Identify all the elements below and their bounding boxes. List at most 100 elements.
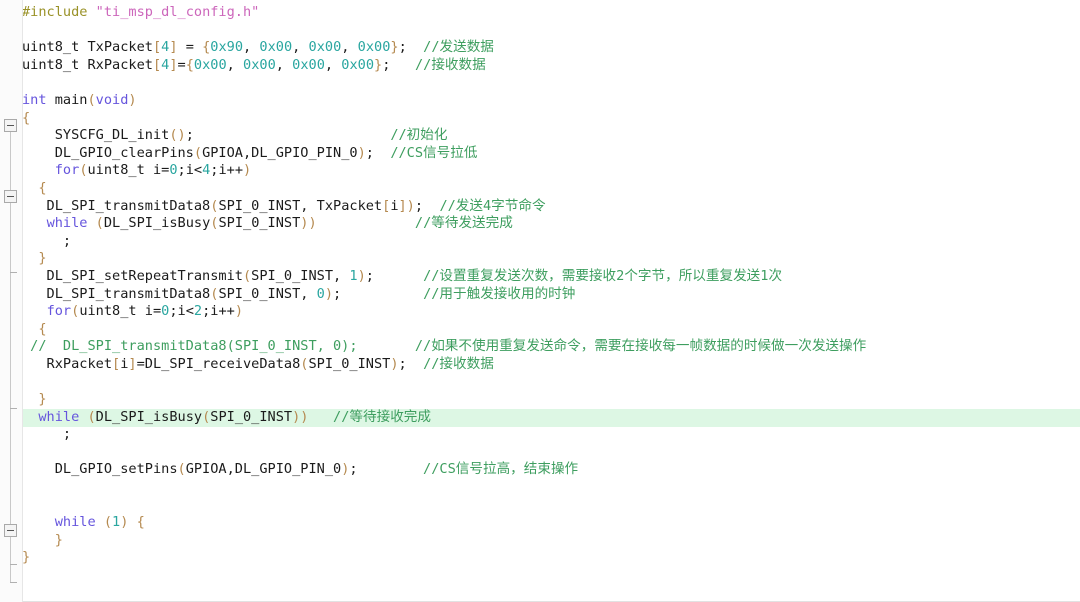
token-plain: RxPacket: [22, 355, 113, 372]
token-kw: while: [38, 408, 80, 425]
token-punct: (: [87, 408, 96, 425]
token-punct: (: [79, 162, 88, 179]
fold-box-for-loop-1[interactable]: [4, 190, 17, 203]
code-surface[interactable]: #include "ti_msp_dl_config.h" uint8_t Tx…: [0, 0, 1080, 602]
code-line-28[interactable]: [22, 479, 866, 497]
code-line-2[interactable]: [22, 22, 866, 40]
token-plain: GPIOA,DL_GPIO_PIN_0: [202, 144, 358, 161]
token-kw: for: [54, 162, 80, 179]
token-plain: uint8_t i=: [87, 162, 170, 179]
code-line-1[interactable]: #include "ti_msp_dl_config.h": [22, 4, 866, 22]
code-line-7[interactable]: {: [22, 110, 866, 128]
code-line-4[interactable]: uint8_t RxPacket[4]={0x00, 0x00, 0x00, 0…: [22, 57, 866, 75]
token-plain: DL_SPI_isBusy: [95, 408, 203, 425]
code-line-14[interactable]: ;: [22, 233, 866, 251]
token-num: 0: [316, 285, 325, 302]
token-plain: ,: [243, 39, 260, 56]
token-punct: (: [103, 514, 113, 531]
token-plain: =DL_SPI_receiveData8: [136, 355, 301, 372]
code-line-11[interactable]: {: [22, 180, 866, 198]
token-plain: ;i++: [202, 303, 235, 320]
token-punct: (: [177, 461, 186, 478]
token-num: 0x90: [210, 39, 244, 56]
code-line-31[interactable]: }: [22, 532, 866, 550]
token-punct: }: [22, 250, 47, 267]
code-line-21[interactable]: RxPacket[i]=DL_SPI_receiveData8(SPI_0_IN…: [22, 356, 866, 374]
token-plain: SYSCFG_DL_init: [22, 127, 170, 144]
code-line-20[interactable]: // DL_SPI_transmitData8(SPI_0_INST, 0); …: [22, 338, 866, 356]
token-num: 1: [112, 514, 121, 531]
code-line-32[interactable]: }: [22, 549, 866, 567]
token-plain: ;: [398, 39, 424, 56]
token-cmt: //发送4字节命令: [439, 197, 546, 214]
token-punct: ]): [398, 197, 415, 214]
token-punct: [: [112, 355, 121, 372]
code-line-26[interactable]: [22, 444, 866, 462]
code-line-8[interactable]: SYSCFG_DL_init(); //初始化: [22, 127, 866, 145]
code-line-12[interactable]: DL_SPI_transmitData8(SPI_0_INST, TxPacke…: [22, 198, 866, 216]
token-cmt: //接收数据: [414, 56, 486, 73]
token-punct: }: [22, 531, 63, 548]
token-punct: ) {: [120, 514, 145, 531]
code-line-6[interactable]: int main(void): [22, 92, 866, 110]
fold-end-while-1: [10, 564, 17, 565]
code-line-27[interactable]: DL_GPIO_setPins(GPIOA,DL_GPIO_PIN_0); //…: [22, 461, 866, 479]
token-cmt: //设置重复发送次数，需要接收2个字节，所以重复发送1次: [423, 267, 783, 284]
token-pre: #include: [22, 4, 96, 20]
token-num: 0: [169, 162, 178, 179]
token-plain: SPI_0_INST,: [218, 285, 317, 302]
code-line-25[interactable]: ;: [22, 426, 866, 444]
code-line-29[interactable]: [22, 497, 866, 515]
token-punct: ]: [169, 56, 178, 73]
token-punct: {: [22, 109, 31, 126]
token-plain: ,: [275, 56, 293, 73]
code-line-3[interactable]: uint8_t TxPacket[4] = {0x90, 0x00, 0x00,…: [22, 39, 866, 57]
token-punct: ): [128, 91, 137, 108]
code-folding-gutter[interactable]: [0, 0, 23, 602]
code-text-area[interactable]: #include "ti_msp_dl_config.h" uint8_t Tx…: [22, 4, 866, 567]
token-num: 0x00: [243, 56, 276, 73]
token-punct: (: [95, 215, 104, 232]
token-plain: DL_SPI_transmitData8: [22, 285, 211, 302]
code-editor-window[interactable]: #include "ti_msp_dl_config.h" uint8_t Tx…: [0, 0, 1080, 602]
code-line-18[interactable]: for(uint8_t i=0;i<2;i++): [22, 303, 866, 321]
code-line-22[interactable]: [22, 373, 866, 391]
code-line-9[interactable]: DL_GPIO_clearPins(GPIOA,DL_GPIO_PIN_0); …: [22, 145, 866, 163]
fold-box-main-body[interactable]: [4, 119, 17, 132]
token-plain: DL_SPI_isBusy: [103, 215, 211, 232]
code-line-17[interactable]: DL_SPI_transmitData8(SPI_0_INST, 0); //用…: [22, 286, 866, 304]
token-punct: ]: [169, 39, 178, 56]
code-line-13[interactable]: while (DL_SPI_isBusy(SPI_0_INST)) //等待发送…: [22, 215, 866, 233]
token-punct: }: [374, 56, 383, 73]
token-plain: uint8_t RxPacket: [22, 56, 153, 73]
token-plain: ;: [22, 232, 72, 249]
code-line-10[interactable]: for(uint8_t i=0;i<4;i++): [22, 162, 866, 180]
code-line-30[interactable]: while (1) {: [22, 514, 866, 532]
token-plain: ;: [382, 56, 415, 73]
token-plain: ;: [398, 355, 424, 372]
token-kw: for: [46, 303, 72, 320]
fold-box-while-1-body[interactable]: [4, 524, 17, 537]
token-plain: main: [46, 91, 88, 108]
token-plain: DL_SPI_setRepeatTransmit: [22, 267, 243, 284]
code-line-15[interactable]: }: [22, 250, 866, 268]
fold-end-main: [10, 582, 17, 583]
token-plain: ;: [365, 144, 391, 161]
token-plain: ;: [22, 426, 72, 443]
token-punct: ): [243, 162, 252, 179]
code-line-19[interactable]: {: [22, 321, 866, 339]
code-line-24[interactable]: while (DL_SPI_isBusy(SPI_0_INST)) //等待接收…: [22, 409, 866, 427]
token-plain: =: [177, 56, 186, 73]
code-line-5[interactable]: [22, 74, 866, 92]
code-line-16[interactable]: DL_SPI_setRepeatTransmit(SPI_0_INST, 1);…: [22, 268, 866, 286]
token-num: 0x00: [308, 39, 342, 56]
token-plain: SPI_0_INST: [308, 355, 391, 372]
token-kw: while: [46, 215, 88, 232]
token-plain: ;: [414, 197, 440, 214]
code-line-23[interactable]: }: [22, 391, 866, 409]
token-plain: DL_SPI_transmitData8: [22, 197, 211, 214]
token-plain: ,: [341, 39, 358, 56]
